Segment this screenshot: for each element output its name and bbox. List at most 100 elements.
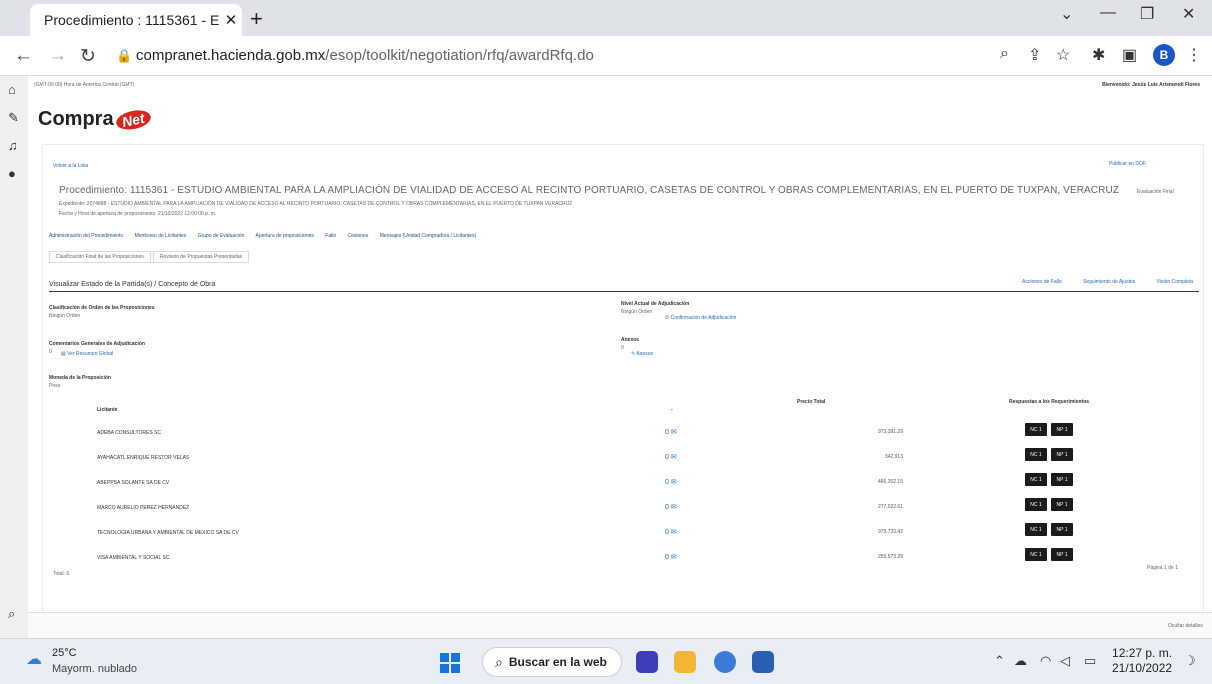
acciones-fallo-link[interactable]: Acciones de Fallo xyxy=(1022,279,1061,285)
nc-button[interactable]: NC 1 xyxy=(1025,548,1047,561)
nav-apertura[interactable]: Apertura de proposiciones xyxy=(256,233,314,239)
windows-start-icon[interactable] xyxy=(440,653,460,673)
np-button[interactable]: NP 1 xyxy=(1051,473,1073,486)
url-field[interactable]: compranet.hacienda.gob.mx/esop/toolkit/n… xyxy=(136,47,594,64)
tab-revision[interactable]: Revisión de Propuestas Presentadas xyxy=(152,251,250,263)
back-icon[interactable]: ← xyxy=(14,45,33,67)
table-row: AYAHACATL ENRIQUE RESTOR VELAS 0 ✉ 342,913… xyxy=(43,448,1203,470)
taskbar-search[interactable]: ⌕ Buscar en la web xyxy=(482,647,622,677)
profile-avatar[interactable]: B xyxy=(1153,44,1175,66)
battery-icon[interactable]: ▭ xyxy=(1084,653,1096,669)
nav-grupo[interactable]: Grupo de Evaluación xyxy=(198,233,245,239)
bidder-name[interactable]: ABEPPSA SOLANTE SA DE CV xyxy=(97,480,169,486)
forward-icon[interactable]: → xyxy=(48,45,67,67)
ocultar-link[interactable]: Ocultar detalles xyxy=(1168,623,1203,629)
bid-price: 342,913 xyxy=(884,454,903,460)
weather-temp[interactable]: 25°C xyxy=(52,647,77,659)
cloud-sync-icon[interactable]: ☁ xyxy=(1014,653,1027,669)
response-buttons: NC 1 NP 1 xyxy=(1025,548,1077,561)
col-flag-header: - xyxy=(671,407,673,413)
volume-icon[interactable]: ◁ xyxy=(1060,653,1070,669)
anexos-value: 0 xyxy=(621,345,624,351)
bell-icon[interactable]: ♫ xyxy=(8,138,18,153)
comment-icon[interactable]: 0 ✉ xyxy=(665,503,677,511)
nav-cesiones[interactable]: Cesiones xyxy=(348,233,369,239)
seguimiento-link[interactable]: Seguimiento de Ajustes xyxy=(1083,279,1135,285)
response-buttons: NC 1 NP 1 xyxy=(1025,523,1077,536)
np-button[interactable]: NP 1 xyxy=(1051,423,1073,436)
word-icon[interactable] xyxy=(752,651,774,673)
restore-icon[interactable]: ❐ xyxy=(1140,4,1154,24)
comment-icon[interactable]: 0 ✉ xyxy=(665,453,677,461)
tab-clasificacion[interactable]: Clasificación Final de las Proposiciones xyxy=(49,251,151,263)
lock-icon[interactable]: 🔒 xyxy=(116,48,132,64)
teams-chat-icon[interactable] xyxy=(636,651,658,673)
new-tab-button[interactable]: + xyxy=(250,6,263,32)
extensions-icon[interactable]: ✱ xyxy=(1092,45,1105,65)
browser-tab[interactable]: Procedimiento : 1115361 - ESTU ✕ xyxy=(30,4,242,36)
user-icon[interactable]: ● xyxy=(8,166,16,181)
search-icon[interactable]: ⌕ xyxy=(8,606,15,622)
bidder-name[interactable]: ADEBA CONSULTORES SC xyxy=(97,430,161,436)
home-icon[interactable]: ⌂ xyxy=(8,82,16,97)
bidder-name[interactable]: AYAHACATL ENRIQUE RESTOR VELAS xyxy=(97,455,189,461)
anexos-link[interactable]: ✎ Anexos xyxy=(631,351,653,357)
nav-monitoreo[interactable]: Monitoreo de Licitantes xyxy=(135,233,187,239)
np-button[interactable]: NP 1 xyxy=(1051,448,1073,461)
nc-button[interactable]: NC 1 xyxy=(1025,423,1047,436)
menu-kebab-icon[interactable]: ⋮ xyxy=(1186,45,1202,65)
bid-price: 255,573.29 xyxy=(877,554,903,560)
nav-admin[interactable]: Administración del Procedimiento xyxy=(49,233,123,239)
total-footer: Total: 6 xyxy=(53,571,70,577)
back-to-list-link[interactable]: Volver a la Lista xyxy=(53,163,88,169)
confirmacion-link[interactable]: ⟳ Confirmación de Adjudicación xyxy=(665,315,736,321)
wifi-icon[interactable]: ◠ xyxy=(1040,653,1051,669)
np-button[interactable]: NP 1 xyxy=(1051,498,1073,511)
reload-icon[interactable]: ↻ xyxy=(80,45,96,68)
nc-button[interactable]: NC 1 xyxy=(1025,448,1047,461)
chrome-icon[interactable] xyxy=(714,651,736,673)
vision-completa-link[interactable]: Visión Completa xyxy=(1157,279,1193,285)
system-clock[interactable]: 12:27 p. m. 21/10/2022 xyxy=(1112,646,1172,676)
timezone-line: (GMT-06:00) Hora de America Central (GMT… xyxy=(34,82,135,88)
bookmark-star-icon[interactable]: ☆ xyxy=(1056,45,1070,65)
nav-fallo[interactable]: Fallo xyxy=(325,233,336,239)
side-panel-icon[interactable]: ▣ xyxy=(1122,45,1137,65)
close-window-icon[interactable]: ✕ xyxy=(1182,4,1195,24)
file-explorer-icon[interactable] xyxy=(674,651,696,673)
flag-count: 0 xyxy=(665,504,669,511)
process-title: Procedimiento: 1115361 - ESTUDIO AMBIENT… xyxy=(59,185,1119,196)
tools-icon[interactable]: ✎ xyxy=(8,110,19,126)
comment-icon[interactable]: 0 ✉ xyxy=(665,428,677,436)
np-button[interactable]: NP 1 xyxy=(1051,548,1073,561)
minimize-icon[interactable]: — xyxy=(1100,4,1116,22)
comment-icon[interactable]: 0 ✉ xyxy=(665,553,677,561)
zoom-icon[interactable]: ⌕ xyxy=(1000,45,1009,63)
publish-dof-link[interactable]: Publicar en DOF xyxy=(1109,161,1146,167)
tab-search-icon[interactable]: ⌄ xyxy=(1060,4,1073,24)
flag-count: 0 xyxy=(665,529,669,536)
table-row: MARCO AURELIO PEREZ HERNANDEZ 0 ✉ 277,022.… xyxy=(43,498,1203,520)
bidder-name[interactable]: MARCO AURELIO PEREZ HERNANDEZ xyxy=(97,505,189,511)
comment-icon[interactable]: 0 ✉ xyxy=(665,528,677,536)
compranet-logo[interactable]: Compra Net xyxy=(38,107,152,133)
share-icon[interactable]: ⇪ xyxy=(1028,45,1041,65)
resumen-global-link[interactable]: ▤ Ver Resumen Global xyxy=(61,351,113,357)
np-button[interactable]: NP 1 xyxy=(1051,523,1073,536)
close-tab-icon[interactable]: ✕ xyxy=(220,11,242,29)
nc-button[interactable]: NC 1 xyxy=(1025,523,1047,536)
moneda-value: Peso xyxy=(49,383,61,389)
notification-icon[interactable]: ☽ xyxy=(1184,653,1196,669)
nav-mensajes[interactable]: Mensajes (Unidad Compradora / Licitantes… xyxy=(380,233,476,239)
nc-button[interactable]: NC 1 xyxy=(1025,473,1047,486)
chevron-up-icon[interactable]: ⌃ xyxy=(994,653,1005,669)
comment-icon[interactable]: 0 ✉ xyxy=(665,478,677,486)
user-welcome: Bienvenido: Jesús Luis Arismendi Flores xyxy=(1102,82,1200,88)
weather-desc[interactable]: Mayorm. nublado xyxy=(52,663,137,675)
bidder-name[interactable]: VISA AMBIENTAL Y SOCIAL SC xyxy=(97,555,169,561)
clock-date: 21/10/2022 xyxy=(1112,661,1173,675)
nc-button[interactable]: NC 1 xyxy=(1025,498,1047,511)
opening-date-line: Fecha y Hora de apertura de proposicione… xyxy=(59,211,217,217)
logo-text: Compra xyxy=(38,108,114,130)
bidder-name[interactable]: TECNOLOGIA URBANA Y AMBIENTAL DE MEXICO … xyxy=(97,530,239,536)
